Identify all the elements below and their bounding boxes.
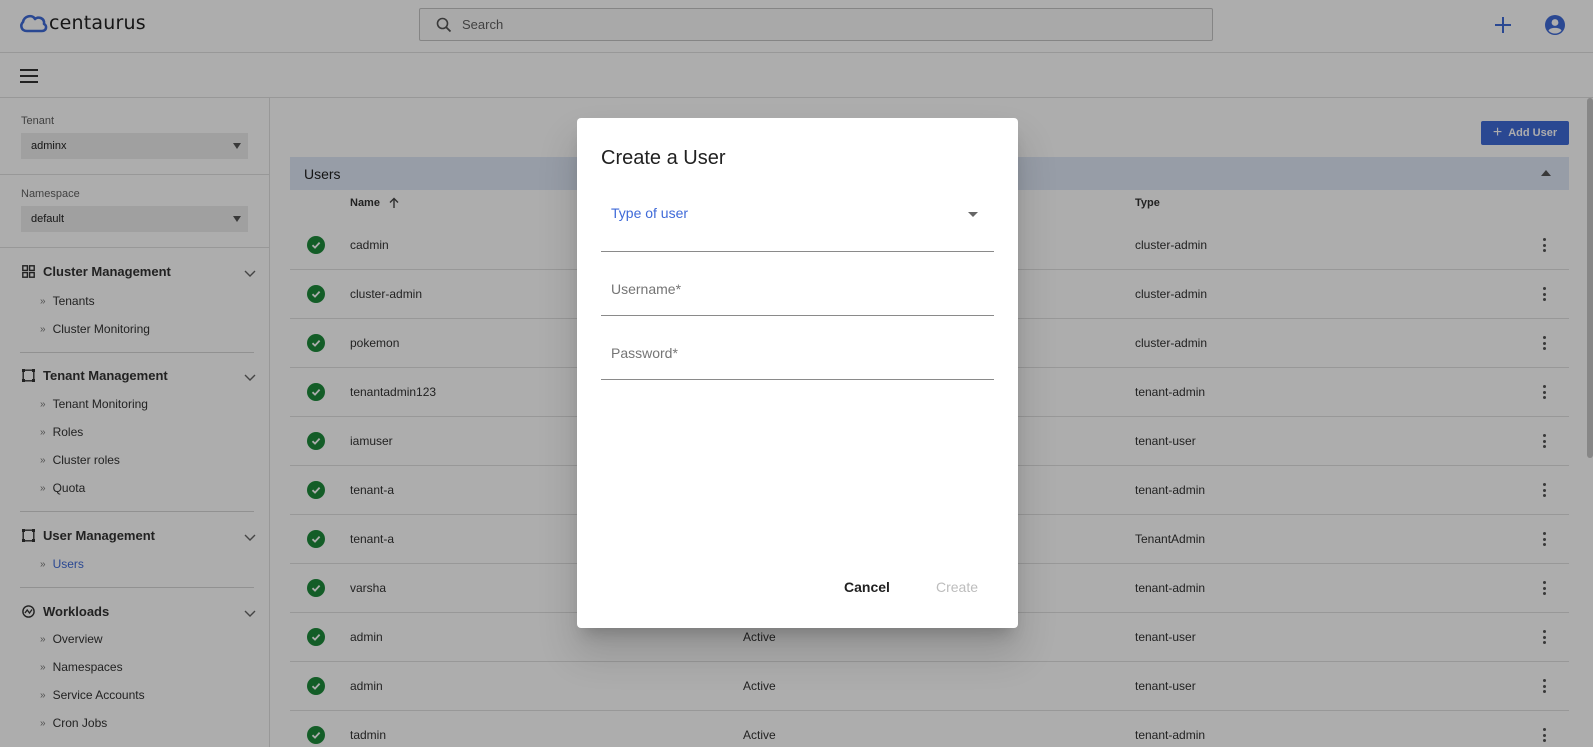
dialog-title: Create a User [601,147,726,169]
user-type-select[interactable]: Type of user [601,196,994,252]
caret-down-icon [968,212,978,217]
create-user-dialog: Create a User Type of user Username* Pas… [577,118,1018,628]
username-label: Username* [611,281,682,297]
username-field[interactable]: Username* [601,273,994,316]
password-label: Password* [611,345,678,361]
cancel-button[interactable]: Cancel [844,579,890,595]
password-field[interactable]: Password* [601,337,994,380]
user-type-label: Type of user [611,205,689,221]
create-button[interactable]: Create [936,579,978,595]
